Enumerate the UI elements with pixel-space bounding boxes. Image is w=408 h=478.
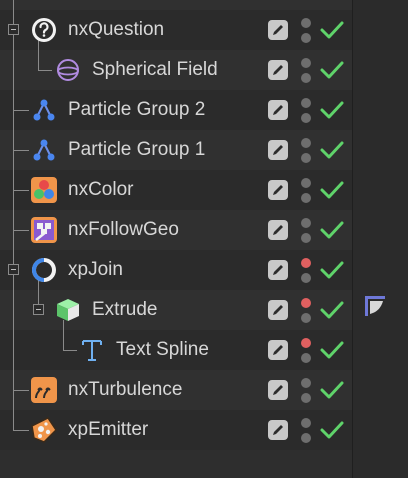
tree-line bbox=[38, 40, 39, 70]
object-label: Particle Group 1 bbox=[68, 139, 206, 160]
edit-icon[interactable] bbox=[268, 380, 288, 400]
tree-line bbox=[13, 430, 29, 431]
edit-icon[interactable] bbox=[268, 220, 288, 240]
enable-check-icon[interactable] bbox=[319, 59, 345, 81]
enable-check-icon[interactable] bbox=[319, 219, 345, 241]
render-visibility-dot[interactable] bbox=[301, 153, 311, 163]
render-visibility-dot[interactable] bbox=[301, 313, 311, 323]
editor-visibility-dot[interactable] bbox=[301, 378, 311, 388]
phong-tag-icon[interactable] bbox=[363, 294, 387, 318]
object-label: nxTurbulence bbox=[68, 379, 183, 400]
object-label: Particle Group 2 bbox=[68, 99, 206, 120]
editor-visibility-dot[interactable] bbox=[301, 138, 311, 148]
editor-visibility-dot[interactable] bbox=[301, 98, 311, 108]
edit-icon[interactable] bbox=[268, 100, 288, 120]
object-label: xpEmitter bbox=[68, 419, 149, 440]
editor-visibility-dot[interactable] bbox=[301, 18, 311, 28]
join-icon bbox=[32, 258, 56, 282]
tree-line bbox=[63, 320, 64, 350]
edit-icon[interactable] bbox=[268, 260, 288, 280]
edit-icon[interactable] bbox=[268, 140, 288, 160]
color-icon bbox=[31, 177, 57, 203]
tree-line bbox=[63, 350, 77, 351]
enable-check-icon[interactable] bbox=[319, 339, 345, 361]
object-manager-panel: nxQuestion Spherical Field Particle Grou… bbox=[0, 0, 408, 478]
render-visibility-dot[interactable] bbox=[301, 353, 311, 363]
edit-icon[interactable] bbox=[268, 300, 288, 320]
editor-visibility-dot[interactable] bbox=[301, 258, 311, 268]
emitter-icon bbox=[31, 417, 57, 443]
tree-row[interactable] bbox=[0, 290, 352, 330]
edit-icon[interactable] bbox=[268, 60, 288, 80]
follow-geo-icon bbox=[31, 217, 57, 243]
edit-icon[interactable] bbox=[268, 340, 288, 360]
sphere-field-icon bbox=[57, 59, 79, 81]
object-label: Extrude bbox=[92, 299, 158, 320]
enable-check-icon[interactable] bbox=[319, 179, 345, 201]
tree-line bbox=[13, 230, 29, 231]
column-divider bbox=[352, 0, 353, 478]
editor-visibility-dot[interactable] bbox=[301, 178, 311, 188]
object-label: nxFollowGeo bbox=[68, 219, 179, 240]
tree-row-top-fragment bbox=[0, 0, 352, 10]
tree-line bbox=[13, 110, 29, 111]
enable-check-icon[interactable] bbox=[319, 419, 345, 441]
render-visibility-dot[interactable] bbox=[301, 193, 311, 203]
tree-line bbox=[38, 70, 52, 71]
collapse-toggle[interactable] bbox=[8, 24, 19, 35]
tree-line bbox=[13, 0, 14, 430]
particle-group-icon bbox=[33, 99, 55, 121]
render-visibility-dot[interactable] bbox=[301, 273, 311, 283]
render-visibility-dot[interactable] bbox=[301, 233, 311, 243]
editor-visibility-dot[interactable] bbox=[301, 58, 311, 68]
render-visibility-dot[interactable] bbox=[301, 433, 311, 443]
editor-visibility-dot[interactable] bbox=[301, 418, 311, 428]
collapse-toggle[interactable] bbox=[33, 304, 44, 315]
object-label: xpJoin bbox=[68, 259, 123, 280]
collapse-toggle[interactable] bbox=[8, 264, 19, 275]
question-icon bbox=[32, 18, 56, 42]
editor-visibility-dot[interactable] bbox=[301, 338, 311, 348]
enable-check-icon[interactable] bbox=[319, 99, 345, 121]
edit-icon[interactable] bbox=[268, 420, 288, 440]
edit-icon[interactable] bbox=[268, 180, 288, 200]
edit-icon[interactable] bbox=[268, 20, 288, 40]
enable-check-icon[interactable] bbox=[319, 19, 345, 41]
render-visibility-dot[interactable] bbox=[301, 393, 311, 403]
render-visibility-dot[interactable] bbox=[301, 73, 311, 83]
enable-check-icon[interactable] bbox=[319, 259, 345, 281]
enable-check-icon[interactable] bbox=[319, 379, 345, 401]
object-label: nxQuestion bbox=[68, 19, 165, 40]
text-spline-icon bbox=[82, 340, 102, 361]
editor-visibility-dot[interactable] bbox=[301, 218, 311, 228]
empty-area bbox=[0, 450, 352, 478]
enable-check-icon[interactable] bbox=[319, 299, 345, 321]
extrude-icon bbox=[57, 299, 79, 321]
tree-line bbox=[13, 190, 29, 191]
editor-visibility-dot[interactable] bbox=[301, 298, 311, 308]
tree-line bbox=[13, 390, 29, 391]
enable-check-icon[interactable] bbox=[319, 139, 345, 161]
render-visibility-dot[interactable] bbox=[301, 33, 311, 43]
render-visibility-dot[interactable] bbox=[301, 113, 311, 123]
object-label: nxColor bbox=[68, 179, 134, 200]
particle-group-icon bbox=[33, 139, 55, 161]
tree-line bbox=[13, 150, 29, 151]
object-label: Text Spline bbox=[116, 339, 209, 360]
turbulence-icon bbox=[31, 377, 57, 403]
object-label: Spherical Field bbox=[92, 59, 218, 80]
